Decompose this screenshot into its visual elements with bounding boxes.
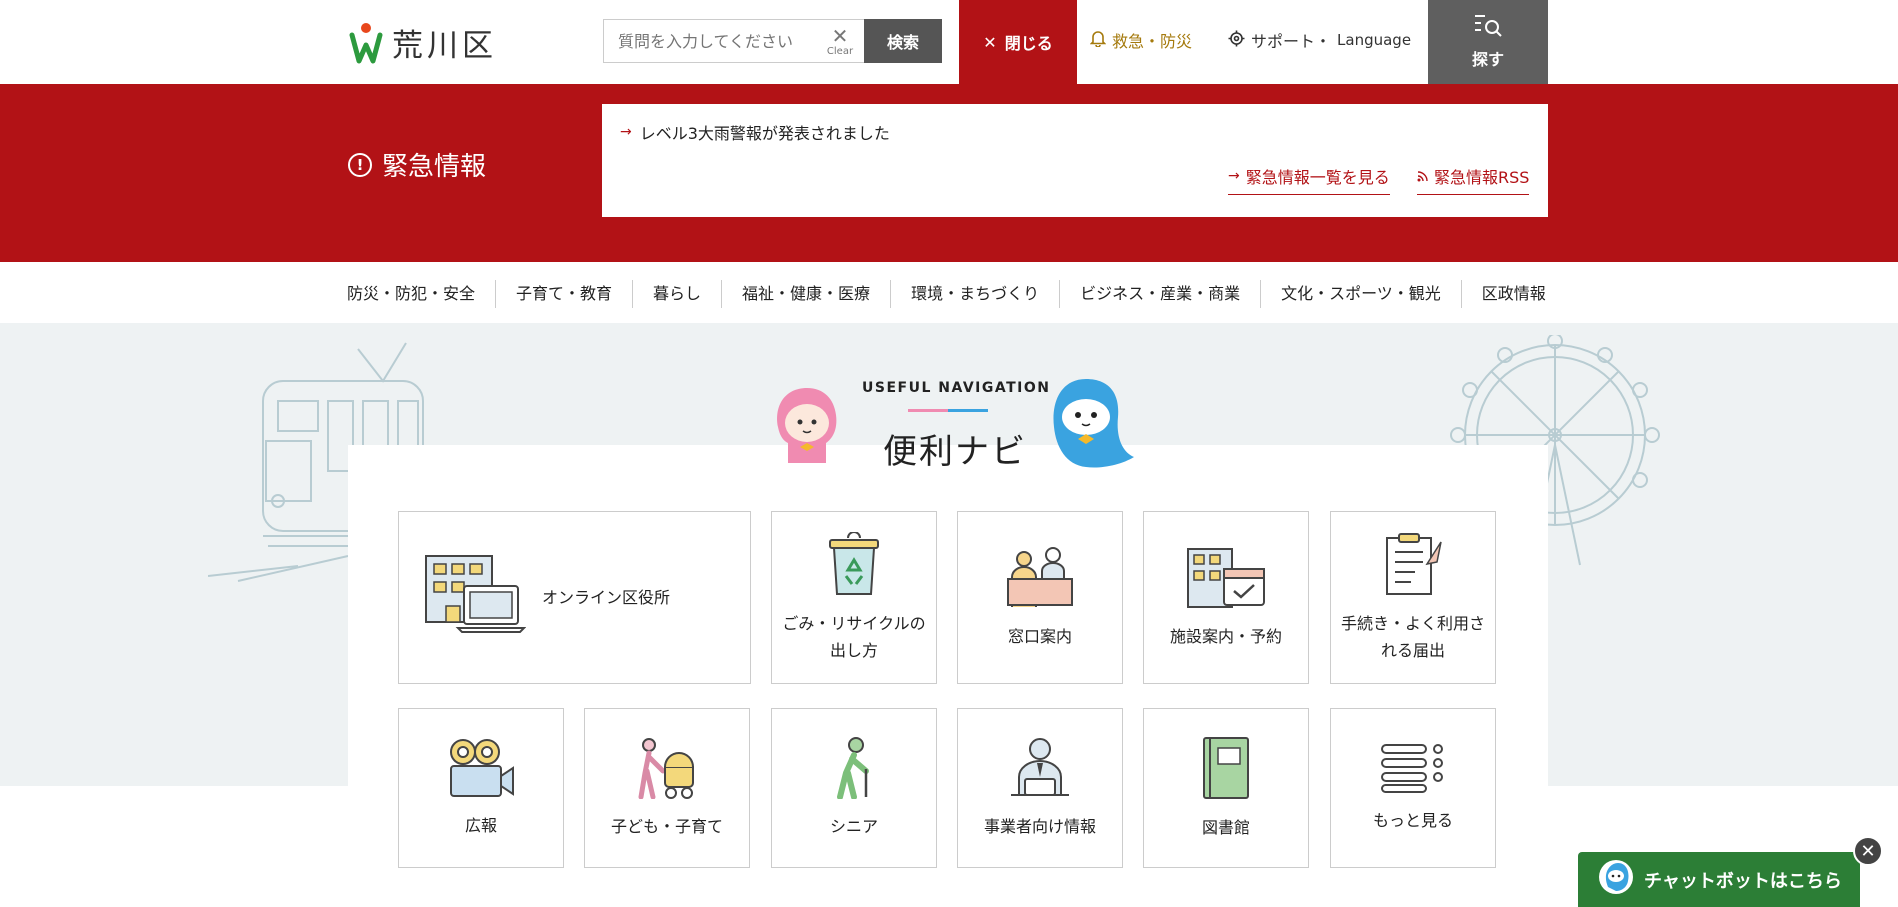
card-business-label: 事業者向け情報 (983, 816, 1096, 836)
businessperson-laptop-icon (1007, 737, 1073, 807)
card-procedures[interactable]: 手続き・よく利用さ れる届出 (1330, 511, 1496, 684)
card-online-office-label: オンライン区役所 (542, 588, 671, 607)
emergency-rss-text: 緊急情報RSS (1434, 168, 1530, 187)
global-nav: 防災・防犯・安全 子育て・教育 暮らし 福祉・健康・医療 環境・まちづくり ビジ… (347, 280, 1546, 308)
senior-with-cane-icon (826, 736, 882, 807)
chatbot-label: チャットボットはこちら (1644, 870, 1842, 892)
site-search: ✕ Clear 検索 (603, 19, 942, 63)
close-icon: ✕ (1860, 840, 1876, 862)
emergency-list-link[interactable]: → 緊急情報一覧を見る (1228, 164, 1390, 195)
card-procedures-label-line1: 手続き・よく利用さ (1340, 613, 1485, 633)
site-name: 荒川区 (392, 28, 497, 64)
search-menu-icon (1473, 14, 1503, 42)
card-library[interactable]: 図書館 (1143, 708, 1309, 868)
card-kids-label: 子ども・子育て (610, 816, 723, 836)
gnav-item-childcare[interactable]: 子育て・教育 (495, 280, 632, 308)
support-label: サポート・ (1251, 32, 1332, 51)
card-garbage-label-line2: 出し方 (829, 640, 878, 660)
card-garbage-recycling[interactable]: ごみ・リサイクルの 出し方 (771, 511, 937, 684)
useful-nav-ja-title: 便利ナビ (883, 432, 1027, 472)
useful-nav-underline (908, 409, 988, 412)
reception-counter-icon (1006, 545, 1074, 617)
close-emergency-button[interactable]: ✕ 閉じる (959, 0, 1077, 84)
card-more-label: もっと見る (1372, 810, 1453, 830)
chatbot-close-button[interactable]: ✕ (1853, 836, 1883, 866)
search-input[interactable] (618, 31, 818, 51)
emergency-disaster-link[interactable]: 救急・防災 (1089, 28, 1193, 52)
search-box: ✕ Clear (603, 19, 864, 63)
gnav-item-culture[interactable]: 文化・スポーツ・観光 (1260, 280, 1461, 308)
clear-label: Clear (826, 46, 854, 57)
close-label: 閉じる (1004, 34, 1053, 53)
emergency-item-text: レベル3大雨警報が発表されました (639, 124, 890, 143)
useful-nav-en-title: USEFUL NAVIGATION (862, 380, 1051, 396)
chatbot-button[interactable]: チャットボットはこちら (1578, 852, 1860, 907)
site-logo[interactable]: 荒川区 (348, 20, 497, 65)
search-button[interactable]: 検索 (864, 19, 942, 63)
gnav-item-welfare[interactable]: 福祉・健康・医療 (721, 280, 890, 308)
card-children-childcare[interactable]: 子ども・子育て (584, 708, 750, 868)
emergency-panel: → レベル3大雨警報が発表されました → 緊急情報一覧を見る 緊急情報RSS (602, 104, 1548, 217)
bell-icon (1089, 29, 1107, 51)
alert-icon: ! (348, 152, 372, 177)
close-icon: ✕ (983, 32, 997, 52)
blue-mascot-illustration (1053, 379, 1134, 468)
card-facility-reservation[interactable]: 施設案内・予約 (1143, 511, 1309, 684)
emergency-rss-link[interactable]: 緊急情報RSS (1417, 164, 1530, 195)
card-senior-label: シニア (829, 816, 878, 836)
facility-calendar-icon (1186, 545, 1266, 617)
card-library-label: 図書館 (1201, 817, 1250, 837)
card-garbage-label-line1: ごみ・リサイクルの (782, 613, 926, 633)
card-counter-label: 窓口案内 (1007, 627, 1072, 646)
pink-mascot-illustration (777, 388, 837, 463)
card-business-info[interactable]: 事業者向け情報 (957, 708, 1123, 868)
language-label: Language (1337, 31, 1412, 49)
gnav-item-business[interactable]: ビジネス・産業・商業 (1059, 280, 1260, 308)
gnav-item-living[interactable]: 暮らし (632, 280, 721, 308)
arrow-right-icon: → (1228, 168, 1240, 184)
card-senior[interactable]: シニア (771, 708, 937, 868)
emergency-item-link[interactable]: → レベル3大雨警報が発表されました (620, 120, 890, 144)
card-online-office[interactable]: オンライン区役所 (398, 511, 751, 684)
card-counter-guide[interactable]: 窓口案内 (957, 511, 1123, 684)
site-header: 荒川区 ✕ Clear 検索 ✕ 閉じる 救急・防災 サポート・ Languag… (0, 0, 1898, 84)
search-clear-button[interactable]: ✕ Clear (826, 26, 854, 58)
card-procedures-label-line2: れる届出 (1380, 640, 1445, 660)
close-icon: ✕ (831, 24, 849, 48)
office-computer-icon (424, 554, 527, 642)
card-see-more[interactable]: もっと見る (1330, 708, 1496, 868)
emergency-info-band: ! 緊急情報 → レベル3大雨警報が発表されました → 緊急情報一覧を見る 緊急… (0, 84, 1898, 262)
card-facility-label: 施設案内・予約 (1169, 627, 1282, 646)
rss-icon (1417, 167, 1428, 186)
card-pr-label: 広報 (464, 815, 497, 835)
arrow-right-icon: → (620, 124, 632, 140)
gnav-item-environment[interactable]: 環境・まちづくり (890, 280, 1059, 308)
find-button[interactable]: 探す (1428, 0, 1548, 84)
emergency-label: 救急・防災 (1112, 32, 1193, 51)
video-camera-icon (447, 738, 515, 806)
arakawa-logo-icon (348, 21, 384, 65)
emergency-title: ! 緊急情報 (348, 146, 486, 183)
gnav-item-government[interactable]: 区政情報 (1460, 280, 1546, 308)
emergency-title-text: 緊急情報 (382, 152, 487, 182)
emergency-list-text: 緊急情報一覧を見る (1245, 168, 1390, 187)
find-label: 探す (1471, 50, 1504, 69)
stroller-icon (635, 737, 699, 807)
chatbot-mascot-icon (1598, 859, 1634, 900)
gnav-item-safety[interactable]: 防災・防犯・安全 (347, 280, 495, 308)
clipboard-form-icon (1383, 532, 1443, 604)
support-language-link[interactable]: サポート・ Language (1228, 28, 1411, 52)
card-public-relations[interactable]: 広報 (398, 708, 564, 868)
gear-icon (1228, 30, 1245, 51)
book-icon (1200, 736, 1252, 808)
recycle-bin-icon (826, 530, 882, 604)
list-more-icon (1380, 743, 1446, 801)
